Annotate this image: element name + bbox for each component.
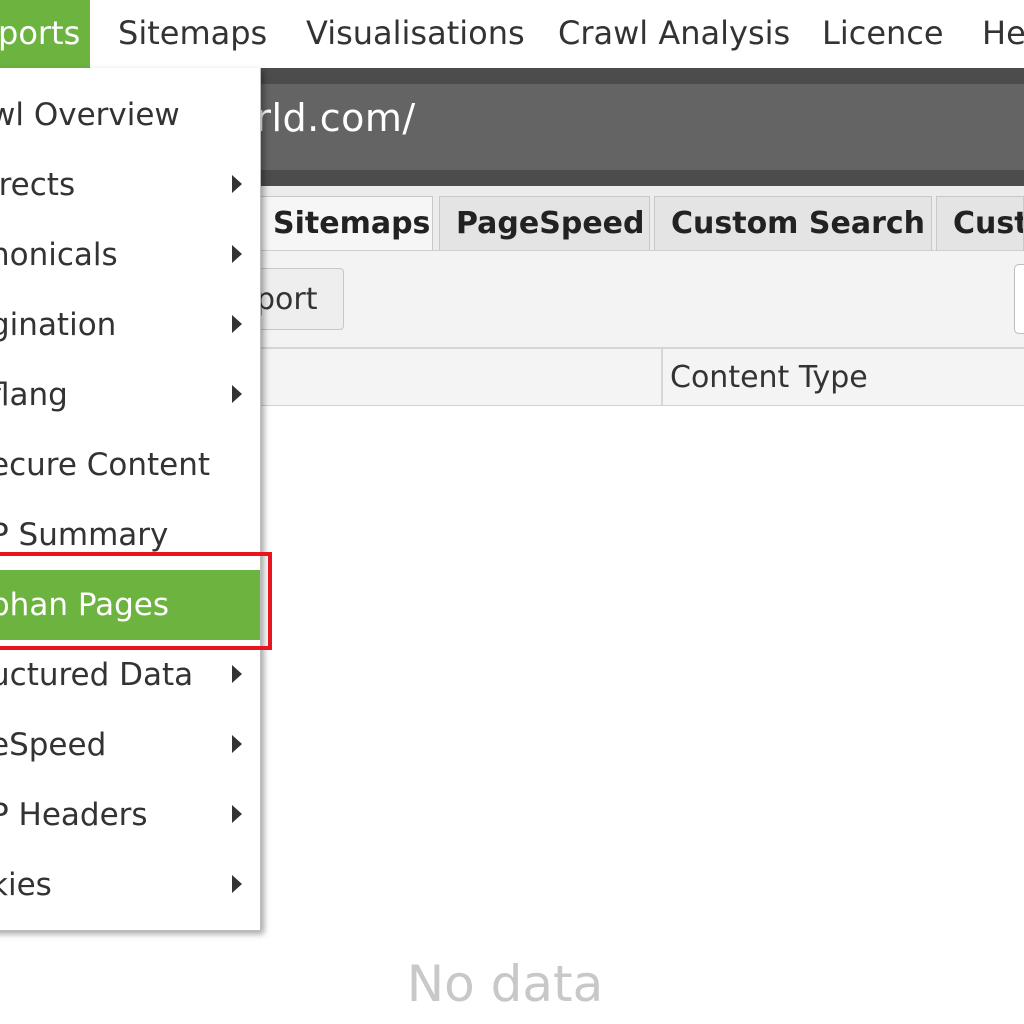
chevron-right-icon — [232, 805, 242, 823]
dropdown-item-redirects[interactable]: irects — [0, 150, 260, 220]
menu-help-label: He — [982, 14, 1024, 52]
dropdown-item-label: wl Overview — [0, 97, 180, 133]
empty-state-text: No data — [406, 955, 604, 1013]
search-input[interactable] — [1014, 264, 1024, 334]
column-divider[interactable] — [661, 349, 663, 405]
dropdown-item-insecure-content[interactable]: ecure Content — [0, 430, 260, 500]
chevron-right-icon — [232, 245, 242, 263]
dropdown-item-label: eSpeed — [0, 727, 107, 763]
dropdown-item-pagination[interactable]: gination — [0, 290, 260, 360]
menu-crawl-analysis-label: Crawl Analysis — [558, 14, 791, 52]
tab-pagespeed-label: PageSpeed — [456, 206, 645, 241]
menu-bar: ports Sitemaps Visualisations Crawl Anal… — [0, 0, 1024, 68]
tab-custom-extraction[interactable]: Cust — [936, 196, 1024, 250]
dropdown-item-label: flang — [0, 377, 68, 413]
chevron-right-icon — [232, 175, 242, 193]
menu-crawl-analysis[interactable]: Crawl Analysis — [558, 0, 790, 68]
column-header-content-type[interactable]: Content Type — [670, 360, 868, 395]
menu-visualisations[interactable]: Visualisations — [306, 0, 525, 68]
dropdown-item-label: nonicals — [0, 237, 118, 273]
dropdown-item-pagespeed[interactable]: eSpeed — [0, 710, 260, 780]
dropdown-item-crawl-overview[interactable]: wl Overview — [0, 80, 260, 150]
menu-reports[interactable]: ports — [0, 0, 90, 68]
tab-custom-search[interactable]: Custom Search — [654, 196, 932, 250]
app-window: ports Sitemaps Visualisations Crawl Anal… — [0, 0, 1024, 1024]
menu-licence[interactable]: Licence — [822, 0, 944, 68]
dropdown-item-structured-data[interactable]: uctured Data — [0, 640, 260, 710]
dropdown-item-label: gination — [0, 307, 117, 343]
chevron-right-icon — [232, 665, 242, 683]
menu-visualisations-label: Visualisations — [306, 14, 525, 52]
dropdown-item-label: ecure Content — [0, 447, 211, 483]
dropdown-item-label: kies — [0, 867, 52, 903]
menu-sitemaps-label: Sitemaps — [118, 14, 268, 52]
dropdown-item-cookies[interactable]: kies — [0, 850, 260, 920]
chevron-right-icon — [232, 385, 242, 403]
menu-reports-label: ports — [0, 14, 81, 52]
dropdown-item-label: uctured Data — [0, 657, 194, 693]
tab-sitemaps-label: Sitemaps — [273, 206, 431, 241]
menu-sitemaps[interactable]: Sitemaps — [118, 0, 267, 68]
tab-custom-search-label: Custom Search — [671, 206, 926, 241]
menu-help[interactable]: He — [982, 0, 1024, 68]
dropdown-item-label: irects — [0, 167, 76, 203]
chevron-right-icon — [232, 875, 242, 893]
dropdown-item-http-headers[interactable]: P Headers — [0, 780, 260, 850]
chevron-right-icon — [232, 735, 242, 753]
highlight-annotation-box — [0, 552, 272, 650]
tab-sitemaps[interactable]: Sitemaps — [256, 196, 433, 250]
export-button-label: port — [256, 282, 318, 317]
menu-licence-label: Licence — [822, 14, 944, 52]
dropdown-item-canonicals[interactable]: nonicals — [0, 220, 260, 290]
tab-custom-extraction-label: Cust — [953, 206, 1024, 241]
dropdown-item-label: P Headers — [0, 797, 148, 833]
chevron-right-icon — [232, 315, 242, 333]
tab-pagespeed[interactable]: PageSpeed — [439, 196, 650, 250]
dropdown-item-hreflang[interactable]: flang — [0, 360, 260, 430]
